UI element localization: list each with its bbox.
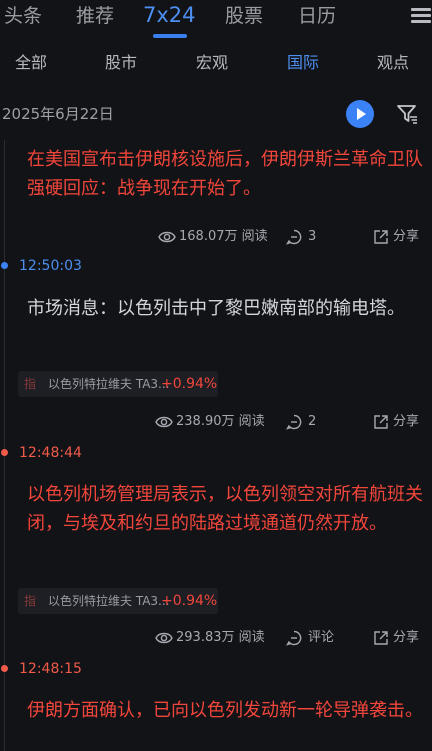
hamburger-menu-icon[interactable] [411,8,431,24]
share-button[interactable]: 分享 [393,227,419,247]
comment-count[interactable]: 2 [308,412,316,432]
comment-icon[interactable] [286,229,302,245]
view-count: 293.83万 阅读 [176,630,265,645]
comment-count[interactable]: 3 [308,227,316,247]
share-icon[interactable] [373,229,389,245]
comment-icon[interactable] [286,630,302,646]
play-icon[interactable] [346,100,374,128]
stock-name: 以色列特拉维夫 TA3... [48,377,170,391]
tab-recommended[interactable]: 推荐 [76,3,114,29]
subtab-all[interactable]: 全部 [15,52,47,74]
filter-icon[interactable] [395,102,419,126]
eye-icon [155,632,173,644]
date-label: 2025年6月22日 [2,105,114,123]
sub-nav: 全部 股市 宏观 国际 观点 [0,48,432,80]
related-stock-chip[interactable]: 指 以色列特拉维夫 TA3... +0.94% [18,371,218,397]
share-icon[interactable] [373,414,389,430]
share-button[interactable]: 分享 [393,412,419,432]
news-text[interactable]: 在美国宣布击伊朗核设施后，伊朗伊斯兰革命卫队强硬回应：战争现在开始了。 [27,145,427,203]
subtab-international[interactable]: 国际 [287,52,319,74]
news-text[interactable]: 伊朗方面确认，已向以色列发动新一轮导弹袭击。 [27,696,427,725]
index-tag: 指 [24,594,37,608]
news-meta: 168.07万 阅读 3 分享 [0,227,432,247]
view-count: 168.07万 阅读 [179,229,268,244]
comment-icon[interactable] [286,414,302,430]
tab-stocks[interactable]: 股票 [225,3,263,29]
news-meta: 238.90万 阅读 2 分享 [0,412,432,432]
eye-icon [158,231,176,243]
active-tab-indicator [153,34,187,38]
subtab-stock-market[interactable]: 股市 [105,52,137,74]
timeline-dot [1,449,8,456]
eye-icon [155,416,173,428]
tab-7x24[interactable]: 7x24 [143,2,196,28]
stock-change: +0.94% [161,376,218,392]
index-tag: 指 [24,377,37,391]
news-time: 12:48:15 [19,661,82,677]
news-text[interactable]: 以色列机场管理局表示，以色列领空对所有航班关闭，与埃及和约旦的陆路过境通道仍然开… [27,480,427,538]
share-button[interactable]: 分享 [393,628,419,648]
view-count: 238.90万 阅读 [176,414,265,429]
top-nav: 头条 推荐 7x24 股票 日历 [0,0,432,40]
news-time: 12:48:44 [19,445,82,461]
stock-change: +0.94% [161,593,218,609]
tab-calendar[interactable]: 日历 [298,3,336,29]
related-stock-chip[interactable]: 指 以色列特拉维夫 TA3... +0.94% [18,588,218,614]
subtab-opinion[interactable]: 观点 [377,52,409,74]
timeline-dot [1,262,8,269]
stock-name: 以色列特拉维夫 TA3... [48,594,170,608]
comment-button[interactable]: 评论 [308,628,334,648]
news-text[interactable]: 市场消息：以色列击中了黎巴嫩南部的输电塔。 [27,294,427,323]
timeline-dot [1,665,8,672]
tab-headlines[interactable]: 头条 [4,3,42,29]
news-meta: 293.83万 阅读 评论 分享 [0,628,432,648]
subtab-macro[interactable]: 宏观 [196,52,228,74]
share-icon[interactable] [373,630,389,646]
news-time: 12:50:03 [19,258,82,274]
